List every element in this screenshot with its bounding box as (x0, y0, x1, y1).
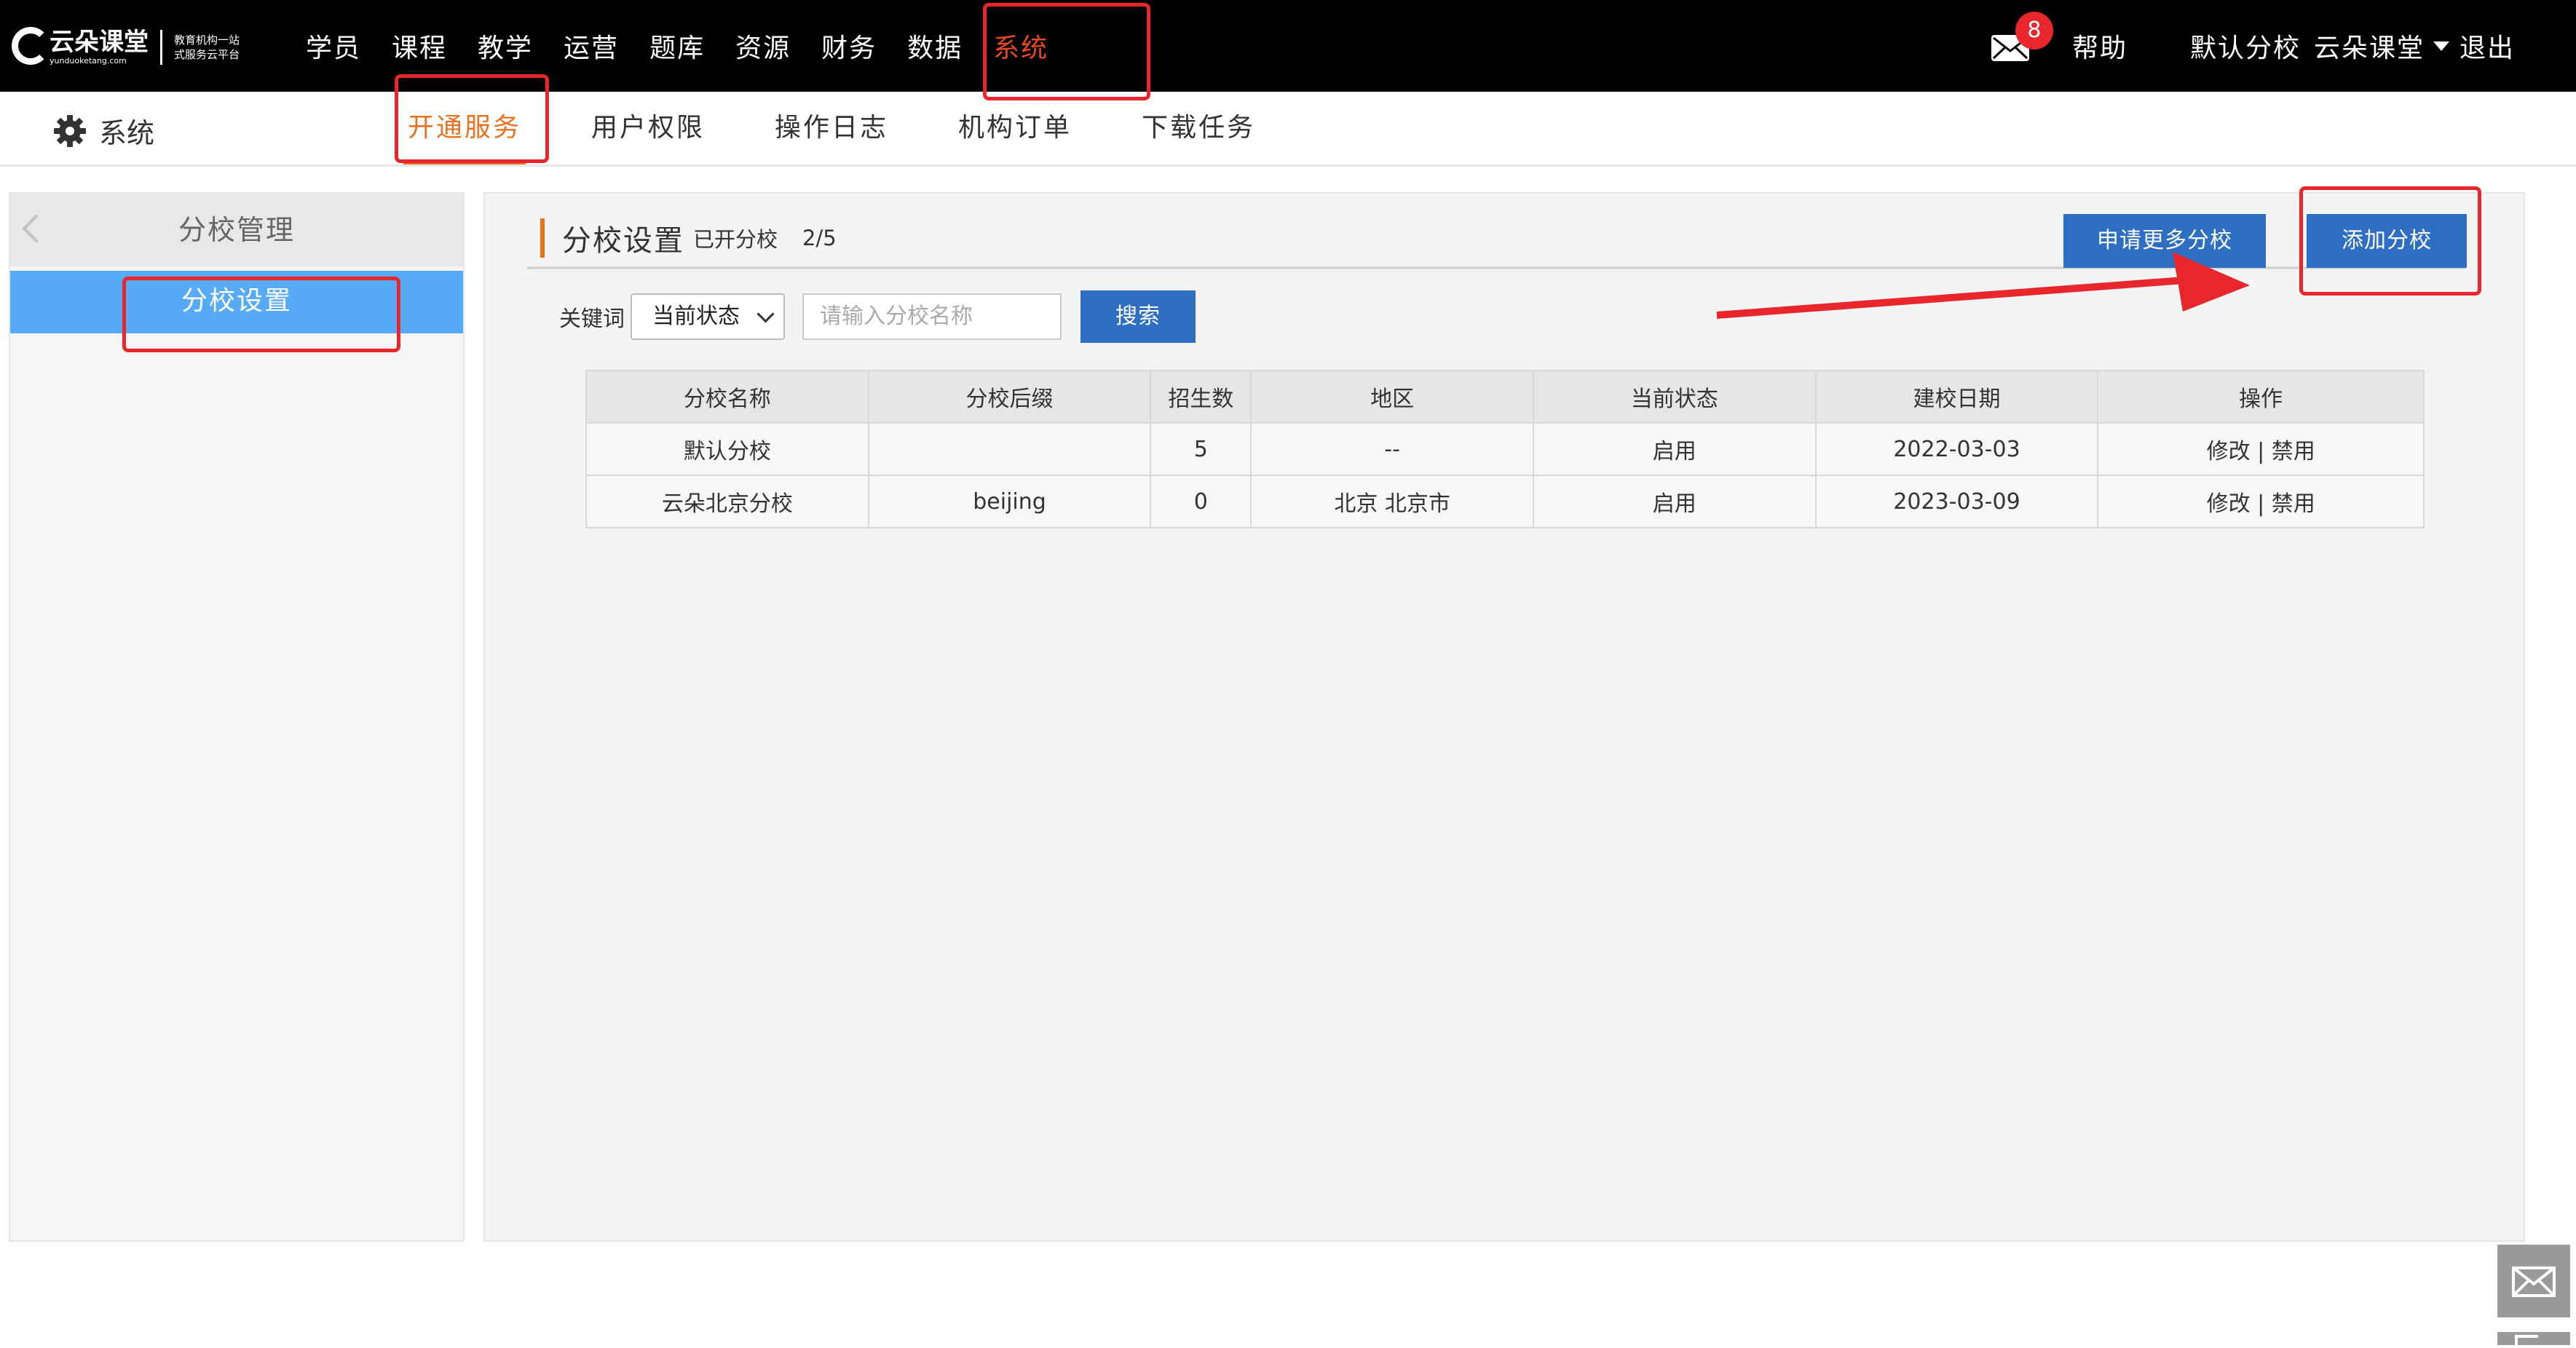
status-select[interactable]: 当前状态 (631, 293, 785, 340)
cell-actions[interactable]: 修改 | 禁用 (2097, 422, 2425, 476)
branch-table: 分校名称 分校后缀 招生数 地区 当前状态 建校日期 操作 默认分校 5 -- … (585, 370, 2425, 528)
cell-status: 启用 (1532, 475, 1817, 528)
opened-label: 已开分校 (693, 227, 778, 252)
nav-item-data[interactable]: 数据 (907, 27, 963, 65)
cell-status: 启用 (1532, 422, 1817, 476)
col-actions: 操作 (2097, 370, 2425, 424)
cell-actions[interactable]: 修改 | 禁用 (2097, 475, 2425, 528)
cell-founded-date: 2022-03-03 (1814, 422, 2099, 476)
table-row: 默认分校 5 -- 启用 2022-03-03 修改 | 禁用 (585, 422, 2425, 476)
school-name: 云朵课堂 (2313, 33, 2425, 63)
unread-badge: 8 (2015, 12, 2053, 49)
request-more-branches-button[interactable]: 申请更多分校 (2063, 214, 2266, 268)
logo-slogan: 教育机构一站式服务云平台 (174, 33, 240, 61)
search-button[interactable]: 搜索 (1080, 290, 1196, 343)
keyword-label: 关键词 (559, 306, 625, 332)
title-accent-bar (540, 218, 545, 258)
page-title-text: 分校设置 (562, 224, 684, 258)
nav-item-students[interactable]: 学员 (306, 27, 361, 65)
annotation-box-open-services (395, 74, 549, 163)
cell-branch-name: 默认分校 (585, 422, 869, 476)
gear-icon (54, 114, 86, 147)
table-row: 云朵北京分校 beijing 0 北京 北京市 启用 2023-03-09 修改… (585, 475, 2425, 528)
sub-navbar: 系统 开通服务 用户权限 操作日志 机构订单 下载任务 (0, 92, 2576, 167)
nav-item-operations[interactable]: 运营 (564, 27, 619, 65)
tab-user-permissions[interactable]: 用户权限 (591, 92, 705, 164)
section-title-text: 系统 (99, 117, 155, 149)
section-title: 系统 (52, 111, 154, 151)
top-navbar: 云朵课堂 yunduoketang.com 教育机构一站式服务云平台 学员 课程… (0, 0, 2576, 92)
cell-region: -- (1250, 422, 1534, 476)
cell-founded-date: 2023-03-09 (1814, 475, 2099, 528)
tab-download-tasks[interactable]: 下载任务 (1142, 92, 1255, 164)
caret-down-icon (2433, 41, 2449, 51)
table-header-row: 分校名称 分校后缀 招生数 地区 当前状态 建校日期 操作 (585, 370, 2425, 424)
tab-operation-log[interactable]: 操作日志 (775, 92, 888, 164)
nav-item-question-bank[interactable]: 题库 (649, 27, 705, 65)
nav-item-teaching[interactable]: 教学 (478, 27, 533, 65)
col-branch-name: 分校名称 (585, 370, 869, 424)
page-title: 分校设置 已开分校 2/5 (540, 214, 837, 262)
branch-name-search-input[interactable]: 请输入分校名称 (802, 293, 1062, 340)
filter-bar: 关键词 当前状态 请输入分校名称 搜索 (559, 290, 1196, 343)
messages-button[interactable]: 8 (1991, 12, 2053, 61)
tab-org-orders[interactable]: 机构订单 (958, 92, 1072, 164)
col-enrollment: 招生数 (1150, 370, 1252, 424)
annotation-box-branch-settings (122, 277, 400, 352)
help-link[interactable]: 帮助 (2072, 27, 2127, 65)
logo-domain: yunduoketang.com (50, 56, 127, 66)
school-switcher[interactable]: 默认分校 云朵课堂 (2190, 27, 2460, 65)
envelope-icon (2512, 1266, 2556, 1297)
content-panel: 分校设置 已开分校 2/5 申请更多分校 添加分校 关键词 当前状态 请输入分校… (483, 192, 2525, 1242)
nav-item-finance[interactable]: 财务 (821, 27, 877, 65)
cell-branch-name: 云朵北京分校 (585, 475, 869, 528)
logout-link[interactable]: 退出 (2460, 27, 2515, 65)
col-founded-date: 建校日期 (1814, 370, 2099, 424)
logo-divider (160, 30, 162, 65)
edit-icon (2515, 1335, 2538, 1345)
sidebar-title: 分校管理 (178, 214, 295, 246)
cell-enrollment: 5 (1150, 422, 1252, 476)
opened-count: 2/5 (802, 226, 837, 250)
user-area: 8 帮助 默认分校 云朵课堂 退出 (1991, 0, 2576, 92)
school-label: 默认分校 (2189, 33, 2301, 63)
nav-item-resources[interactable]: 资源 (735, 27, 791, 65)
status-select-value: 当前状态 (652, 304, 740, 329)
nav-item-courses[interactable]: 课程 (392, 27, 447, 65)
brand-logo[interactable]: 云朵课堂 yunduoketang.com 教育机构一站式服务云平台 (10, 22, 244, 73)
cell-enrollment: 0 (1150, 475, 1252, 528)
float-message-button[interactable] (2497, 1245, 2570, 1317)
annotation-box-add-branch (2299, 186, 2481, 296)
cell-region: 北京 北京市 (1250, 475, 1534, 528)
col-branch-suffix: 分校后缀 (867, 370, 1152, 424)
float-feedback-button[interactable] (2497, 1332, 2570, 1345)
col-status: 当前状态 (1532, 370, 1817, 424)
sidebar-header: 分校管理 (10, 194, 463, 266)
cell-branch-suffix (867, 422, 1152, 476)
cell-branch-suffix: beijing (867, 475, 1152, 528)
logo-name: 云朵课堂 (50, 28, 149, 57)
col-region: 地区 (1250, 370, 1534, 424)
annotation-box-system (983, 3, 1150, 100)
cloud-logo-icon (10, 24, 57, 71)
chevron-down-icon (756, 305, 775, 323)
